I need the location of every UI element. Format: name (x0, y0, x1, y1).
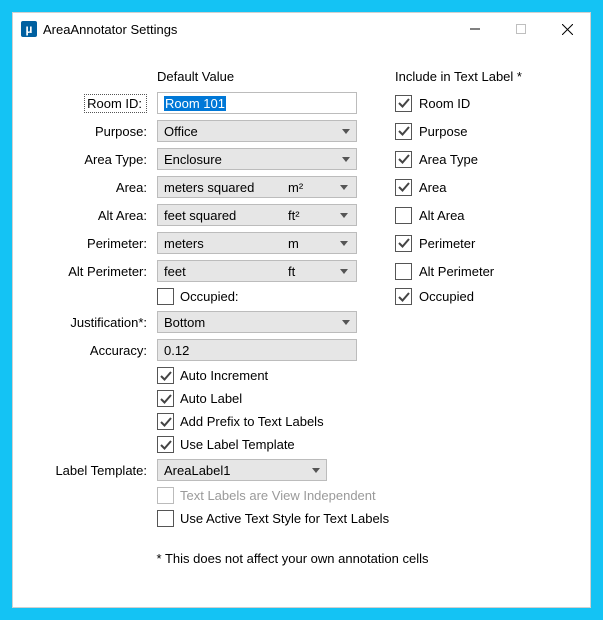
area-unit-abbr: m² (288, 180, 334, 195)
include-area-type-checkbox[interactable] (395, 151, 412, 168)
close-icon (562, 24, 573, 35)
include-perimeter-checkbox[interactable] (395, 235, 412, 252)
titlebar: µ AreaAnnotator Settings (13, 13, 590, 45)
add-prefix-checkbox[interactable] (157, 413, 174, 430)
chevron-down-icon (340, 185, 348, 190)
include-room-id-label: Room ID (419, 96, 579, 111)
chevron-down-icon (340, 241, 348, 246)
include-perimeter-label: Perimeter (419, 236, 579, 251)
label-purpose: Purpose: (23, 124, 153, 139)
perimeter-unit-dropdown[interactable]: meters m (157, 232, 357, 254)
chevron-down-icon (340, 213, 348, 218)
label-label-template: Label Template: (23, 463, 153, 478)
label-accuracy: Accuracy: (23, 343, 153, 358)
label-room-id: Room ID: (84, 94, 147, 113)
view-independent-checkbox (157, 487, 174, 504)
include-alt-area-checkbox[interactable] (395, 207, 412, 224)
settings-window: µ AreaAnnotator Settings Default Value I… (12, 12, 591, 608)
include-alt-area-label: Alt Area (419, 208, 579, 223)
label-template-value: AreaLabel1 (164, 463, 231, 478)
chevron-down-icon (342, 157, 350, 162)
area-type-value: Enclosure (164, 152, 222, 167)
label-perimeter: Perimeter: (23, 236, 153, 251)
include-purpose-label: Purpose (419, 124, 579, 139)
include-alt-perimeter-checkbox[interactable] (395, 263, 412, 280)
footer-note: * This does not affect your own annotati… (23, 551, 562, 566)
area-type-dropdown[interactable]: Enclosure (157, 148, 357, 170)
maximize-button (498, 13, 544, 45)
justification-value: Bottom (164, 315, 205, 330)
view-independent-label: Text Labels are View Independent (180, 488, 376, 503)
active-text-style-checkbox[interactable] (157, 510, 174, 527)
label-alt-perimeter: Alt Perimeter: (23, 264, 153, 279)
perimeter-unit-abbr: m (288, 236, 334, 251)
auto-label-label: Auto Label (180, 391, 242, 406)
include-occupied-checkbox[interactable] (395, 288, 412, 305)
accuracy-input[interactable]: 0.12 (157, 339, 357, 361)
include-area-label: Area (419, 180, 579, 195)
include-alt-perimeter-label: Alt Perimeter (419, 264, 579, 279)
area-unit-dropdown[interactable]: meters squared m² (157, 176, 357, 198)
header-include-in-label: Include in Text Label * (395, 69, 579, 86)
auto-label-checkbox[interactable] (157, 390, 174, 407)
include-area-checkbox[interactable] (395, 179, 412, 196)
alt-perimeter-unit-dropdown[interactable]: feet ft (157, 260, 357, 282)
form-content: Default Value Include in Text Label * Ro… (13, 45, 590, 576)
chevron-down-icon (342, 129, 350, 134)
include-occupied-label: Occupied (419, 289, 579, 304)
add-prefix-label: Add Prefix to Text Labels (180, 414, 324, 429)
chevron-down-icon (312, 468, 320, 473)
maximize-icon (516, 24, 526, 34)
label-template-dropdown[interactable]: AreaLabel1 (157, 459, 327, 481)
label-alt-area: Alt Area: (23, 208, 153, 223)
window-title: AreaAnnotator Settings (43, 22, 452, 37)
use-template-checkbox[interactable] (157, 436, 174, 453)
include-purpose-checkbox[interactable] (395, 123, 412, 140)
label-justification: Justification*: (23, 315, 153, 330)
auto-increment-label: Auto Increment (180, 368, 268, 383)
area-unit-name: meters squared (164, 180, 288, 195)
app-icon: µ (21, 21, 37, 37)
alt-area-unit-name: feet squared (164, 208, 288, 223)
alt-perimeter-unit-abbr: ft (288, 264, 334, 279)
room-id-value: Room 101 (164, 96, 226, 111)
close-button[interactable] (544, 13, 590, 45)
minimize-icon (470, 24, 480, 34)
active-text-style-label: Use Active Text Style for Text Labels (180, 511, 389, 526)
justification-dropdown[interactable]: Bottom (157, 311, 357, 333)
chevron-down-icon (342, 320, 350, 325)
alt-area-unit-abbr: ft² (288, 208, 334, 223)
purpose-dropdown[interactable]: Office (157, 120, 357, 142)
label-occupied: Occupied: (180, 289, 239, 304)
auto-increment-checkbox[interactable] (157, 367, 174, 384)
alt-perimeter-unit-name: feet (164, 264, 288, 279)
label-area: Area: (23, 180, 153, 195)
include-area-type-label: Area Type (419, 152, 579, 167)
accuracy-value: 0.12 (164, 343, 189, 358)
chevron-down-icon (340, 269, 348, 274)
header-default-value: Default Value (157, 69, 357, 86)
alt-area-unit-dropdown[interactable]: feet squared ft² (157, 204, 357, 226)
perimeter-unit-name: meters (164, 236, 288, 251)
include-room-id-checkbox[interactable] (395, 95, 412, 112)
occupied-checkbox[interactable] (157, 288, 174, 305)
minimize-button[interactable] (452, 13, 498, 45)
purpose-value: Office (164, 124, 198, 139)
label-area-type: Area Type: (23, 152, 153, 167)
room-id-input[interactable]: Room 101 (157, 92, 357, 114)
use-template-label: Use Label Template (180, 437, 295, 452)
